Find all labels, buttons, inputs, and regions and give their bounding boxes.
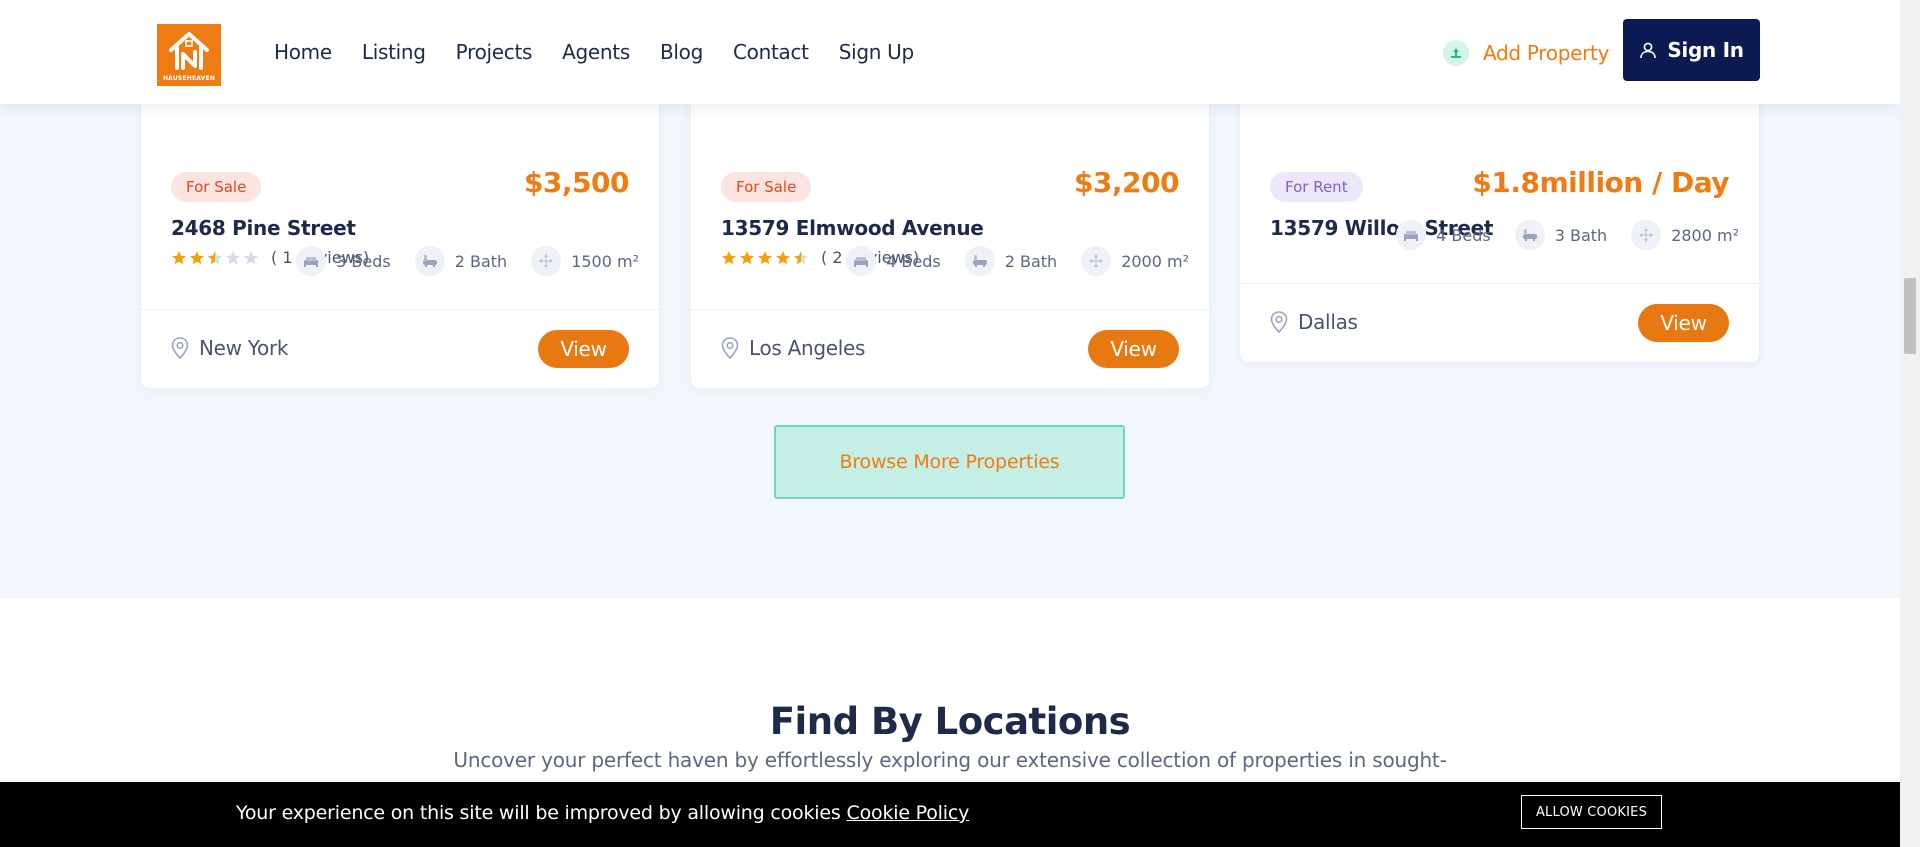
location-label: Los Angeles — [749, 336, 866, 360]
sign-in-button[interactable]: Sign In — [1623, 19, 1760, 81]
beds-label: 3 Beds — [336, 251, 391, 271]
logo-text: HAUSEHEAVEN — [162, 75, 216, 82]
status-badge: For Sale — [171, 172, 262, 202]
property-price: $3,500 — [523, 166, 630, 199]
baths-label: 2 Bath — [454, 251, 508, 271]
stars — [171, 250, 259, 266]
bed-icon — [296, 246, 327, 276]
property-card[interactable]: For Sale $3,500 2468 Pine Street ( 1 Rev… — [141, 60, 659, 388]
nav-listing[interactable]: Listing — [362, 40, 426, 64]
beds-feature: 3 Beds — [296, 246, 391, 276]
section-subtitle: Uncover your perfect haven by effortless… — [453, 748, 1447, 772]
allow-cookies-button[interactable]: ALLOW COOKIES — [1521, 795, 1662, 829]
status-badge: For Rent — [1270, 172, 1363, 202]
scrollbar[interactable] — [1900, 0, 1920, 847]
view-button[interactable]: View — [1088, 330, 1179, 368]
view-button[interactable]: View — [538, 330, 629, 368]
location-label: New York — [199, 336, 289, 360]
site-header: HAUSEHEAVEN Home Listing Projects Agents… — [0, 0, 1900, 104]
area-icon — [1081, 246, 1112, 276]
property-location: Los Angeles — [721, 336, 865, 360]
map-pin-icon — [721, 337, 739, 359]
cookie-policy-link[interactable]: Cookie Policy — [847, 802, 970, 824]
property-title[interactable]: 2468 Pine Street — [171, 216, 356, 240]
nav-agents[interactable]: Agents — [562, 40, 630, 64]
property-features: 3 Beds 2 Bath 1500 m² — [272, 246, 639, 276]
area-label: 1500 m² — [571, 251, 639, 271]
user-icon — [1640, 42, 1657, 59]
star-icon — [740, 250, 754, 264]
nav-blog[interactable]: Blog — [660, 40, 703, 64]
bed-icon — [1396, 220, 1427, 250]
property-price: $1.8million / Day — [1472, 166, 1729, 199]
property-title[interactable]: 13579 Elmwood Avenue — [721, 216, 984, 240]
property-features: 4 Beds 2 Bath 2000 m² — [822, 246, 1189, 276]
beds-feature: 4 Beds — [846, 246, 941, 276]
beds-feature: 4 Beds — [1396, 220, 1491, 250]
star-icon — [776, 250, 790, 264]
view-button[interactable]: View — [1638, 304, 1729, 342]
area-label: 2800 m² — [1671, 225, 1739, 245]
bath-icon — [414, 246, 445, 276]
baths-feature: 2 Bath — [964, 246, 1058, 276]
baths-feature: 3 Bath — [1514, 220, 1608, 250]
divider — [141, 309, 659, 310]
bath-icon — [964, 246, 995, 276]
baths-label: 2 Bath — [1004, 251, 1058, 271]
star-icon — [190, 250, 204, 264]
property-price: $3,200 — [1073, 166, 1180, 199]
section-title: Find By Locations — [769, 700, 1131, 743]
star-icon — [172, 250, 186, 264]
star-icon — [794, 250, 808, 264]
star-icon — [758, 250, 772, 264]
area-label: 2000 m² — [1121, 251, 1189, 271]
browse-more-button[interactable]: Browse More Properties — [774, 425, 1125, 499]
property-location: New York — [171, 336, 288, 360]
add-property-link[interactable]: Add Property — [1443, 40, 1609, 66]
cookie-banner: Your experience on this site will be imp… — [0, 782, 1900, 847]
nav-signup[interactable]: Sign Up — [839, 40, 915, 64]
map-pin-icon — [171, 337, 189, 359]
property-location: Dallas — [1270, 310, 1358, 334]
cookie-text: Your experience on this site will be imp… — [236, 802, 841, 824]
baths-feature: 2 Bath — [414, 246, 508, 276]
star-icon — [208, 250, 222, 264]
nav-projects[interactable]: Projects — [456, 40, 533, 64]
add-property-label: Add Property — [1483, 41, 1610, 65]
location-label: Dallas — [1298, 310, 1358, 334]
bath-icon — [1514, 220, 1545, 250]
area-feature: 2000 m² — [1081, 246, 1189, 276]
main-nav: Home Listing Projects Agents Blog Contac… — [274, 40, 944, 64]
property-card[interactable]: For Sale $3,200 13579 Elmwood Avenue ( 2… — [691, 60, 1209, 388]
divider — [1240, 283, 1759, 284]
map-pin-icon — [1270, 311, 1288, 333]
bed-icon — [846, 246, 877, 276]
area-icon — [531, 246, 562, 276]
property-features: 4 Beds 3 Bath 2800 m² — [1372, 220, 1739, 250]
star-icon — [722, 250, 736, 264]
area-feature: 2800 m² — [1631, 220, 1739, 250]
divider — [691, 309, 1209, 310]
star-icon — [244, 250, 258, 264]
baths-label: 3 Bath — [1554, 225, 1608, 245]
scrollbar-thumb[interactable] — [1904, 278, 1916, 354]
area-feature: 1500 m² — [531, 246, 639, 276]
upload-icon — [1443, 40, 1469, 66]
beds-label: 4 Beds — [1436, 225, 1491, 245]
stars — [721, 250, 809, 266]
property-card[interactable]: For Rent $1.8million / Day 13579 Willow … — [1240, 60, 1759, 362]
sign-in-label: Sign In — [1667, 38, 1744, 62]
page: For Sale $3,500 2468 Pine Street ( 1 Rev… — [0, 0, 1900, 847]
beds-label: 4 Beds — [886, 251, 941, 271]
area-icon — [1631, 220, 1662, 250]
site-logo[interactable]: HAUSEHEAVEN — [157, 24, 221, 86]
nav-home[interactable]: Home — [274, 40, 332, 64]
star-icon — [226, 250, 240, 264]
status-badge: For Sale — [721, 172, 812, 202]
house-logo-icon — [169, 32, 209, 70]
cookie-message: Your experience on this site will be imp… — [236, 802, 969, 824]
nav-contact[interactable]: Contact — [733, 40, 809, 64]
